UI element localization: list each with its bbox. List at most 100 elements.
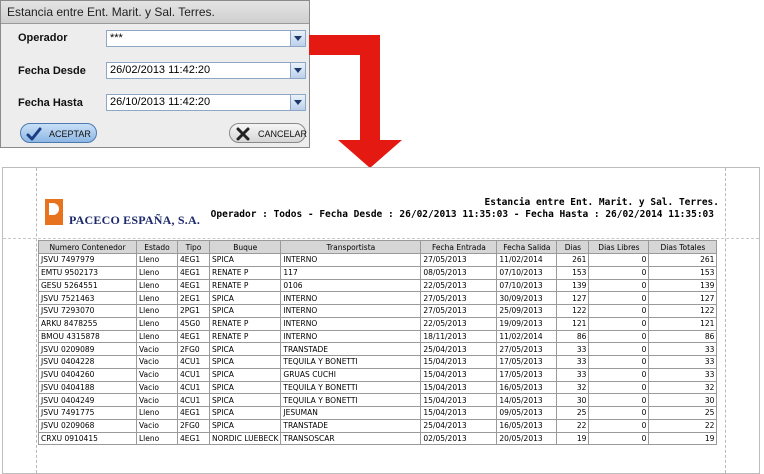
table-cell: 121 xyxy=(648,316,718,331)
table-cell: 15/04/2013 xyxy=(420,380,498,395)
report-table: Numero Contenedor Estado Tipo Buque Tran… xyxy=(38,240,718,446)
table-cell: 22/05/2013 xyxy=(420,278,498,293)
column-header[interactable]: Tipo xyxy=(177,240,210,254)
table-cell: 0 xyxy=(588,304,650,318)
margin-guide xyxy=(36,168,37,473)
table-cell: JSVU 0404249 xyxy=(38,393,137,407)
table-cell: 30 xyxy=(648,393,718,407)
table-cell: GRUAS CUCHI xyxy=(280,367,422,382)
table-cell: Vacio xyxy=(136,355,178,369)
table-row[interactable]: JSVU 7521463 Lleno 2EG1 SPICA INTERNO 27/05/2… xyxy=(38,291,718,305)
margin-guide xyxy=(725,168,726,473)
table-cell: 4CU1 xyxy=(177,393,210,407)
table-cell: INTERNO xyxy=(280,253,422,267)
table-cell: Vacio xyxy=(136,418,178,433)
table-cell: 25/09/2013 xyxy=(496,304,558,318)
table-cell: SPICA xyxy=(208,291,282,305)
table-cell: 86 xyxy=(648,329,718,344)
table-row[interactable]: JSVU 7491775 Lleno 4EG1 SPICA JESUMAN 15/04/2… xyxy=(38,406,718,420)
table-cell: RENATE P xyxy=(208,329,282,344)
table-cell: EMTU 9502173 xyxy=(38,265,137,280)
table-cell: 4CU1 xyxy=(177,355,210,369)
table-row[interactable]: JSVU 0404188 Vacio 4CU1 SPICA TEQUILA Y BONE… xyxy=(38,380,718,395)
table-cell: 4EG1 xyxy=(177,278,210,293)
table-cell: 19/09/2013 xyxy=(496,316,558,331)
table-cell: 261 xyxy=(648,253,718,267)
margin-guide xyxy=(3,238,759,239)
table-row[interactable]: JSVU 0209089 Vacio 2FG0 SPICA TRANSTADE 25/04… xyxy=(38,342,718,356)
table-cell: 18/11/2013 xyxy=(420,329,498,344)
table-cell: CRXU 0910415 xyxy=(38,431,137,446)
table-row[interactable]: JSVU 0404228 Vacio 4CU1 SPICA TEQUILA Y BONE… xyxy=(38,355,718,369)
table-row[interactable]: JSVU 7497979 Lleno 4EG1 SPICA INTERNO 27/05/2… xyxy=(38,253,718,267)
column-header[interactable]: Dias xyxy=(556,240,590,254)
table-cell: Lleno xyxy=(136,253,178,267)
company-logo: PACECO ESPAÑA, S.A. xyxy=(43,196,200,232)
table-cell: 0 xyxy=(588,316,650,331)
report-subtitle: Operador : Todos - Fecha Desde : 26/02/2… xyxy=(210,209,714,220)
table-row[interactable]: JSVU 0404249 Vacio 4CU1 SPICA TEQUILA Y BONE… xyxy=(38,393,718,407)
table-cell: 4EG1 xyxy=(177,406,210,420)
table-cell: 4EG1 xyxy=(177,253,210,267)
table-cell: SPICA xyxy=(208,355,282,369)
table-cell: 15/04/2013 xyxy=(420,367,498,382)
table-cell: 4CU1 xyxy=(177,367,210,382)
table-row[interactable]: BMOU 4315878 Lleno 4EG1 RENATE P INTERNO 18/1… xyxy=(38,329,718,344)
table-row[interactable]: CRXU 0910415 Lleno 4EG1 NORDIC LUEBECK TRANS… xyxy=(38,431,718,446)
table-cell: 4EG1 xyxy=(177,265,210,280)
table-cell: 07/10/2013 xyxy=(496,265,558,280)
table-cell: 16/05/2013 xyxy=(496,418,558,433)
table-cell: 86 xyxy=(556,329,590,344)
table-cell: 4CU1 xyxy=(177,380,210,395)
table-cell: Vacio xyxy=(136,342,178,356)
table-cell: Lleno xyxy=(136,265,178,280)
table-cell: RENATE P xyxy=(208,265,282,280)
column-header[interactable]: Dias Libres xyxy=(588,240,650,254)
table-cell: 0 xyxy=(588,253,650,267)
table-row[interactable]: GESU 5264551 Lleno 4EG1 RENATE P 0106 22/05/2… xyxy=(38,278,718,293)
table-cell: 0 xyxy=(588,406,650,420)
table-cell: 153 xyxy=(556,265,590,280)
table-cell: 122 xyxy=(556,304,590,318)
table-cell: 45G0 xyxy=(177,316,210,331)
table-cell: Lleno xyxy=(136,431,178,446)
table-cell: SPICA xyxy=(208,253,282,267)
column-header[interactable]: Buque xyxy=(208,240,282,254)
table-cell: 09/05/2013 xyxy=(496,406,558,420)
table-cell: INTERNO xyxy=(280,291,422,305)
column-header[interactable]: Fecha Salida xyxy=(496,240,558,254)
column-header[interactable]: Transportista xyxy=(280,240,422,254)
table-cell: 261 xyxy=(556,253,590,267)
column-header[interactable]: Estado xyxy=(136,240,178,254)
table-cell: SPICA xyxy=(208,393,282,407)
table-row[interactable]: JSVU 7293070 Lleno 2PG1 SPICA INTERNO 27/05/2… xyxy=(38,304,718,318)
column-header[interactable]: Numero Contenedor xyxy=(38,240,137,254)
table-row[interactable]: JSVU 0209068 Vacio 2FG0 SPICA TRANSTADE 25/04… xyxy=(38,418,718,433)
table-cell: Vacio xyxy=(136,393,178,407)
table-cell: Lleno xyxy=(136,329,178,344)
table-cell: Lleno xyxy=(136,406,178,420)
table-cell: JSVU 0404260 xyxy=(38,367,137,382)
report-preview: PACECO ESPAÑA, S.A. Estancia entre Ent. … xyxy=(2,167,760,474)
table-cell: ARKU 8478255 xyxy=(38,316,137,331)
table-row[interactable]: ARKU 8478255 Lleno 45G0 RENATE P INTERNO 22/0… xyxy=(38,316,718,331)
table-row[interactable]: JSVU 0404260 Vacio 4CU1 SPICA GRUAS CUCHI 15/… xyxy=(38,367,718,382)
table-cell: 139 xyxy=(648,278,718,293)
table-cell: 15/04/2013 xyxy=(420,355,498,369)
table-cell: 2PG1 xyxy=(177,304,210,318)
table-cell: 19 xyxy=(556,431,590,446)
table-cell: Lleno xyxy=(136,291,178,305)
column-header[interactable]: Dias Totales xyxy=(648,240,718,254)
table-cell: SPICA xyxy=(208,367,282,382)
table-cell: INTERNO xyxy=(280,304,422,318)
table-cell: 25/04/2013 xyxy=(420,418,498,433)
table-cell: GESU 5264551 xyxy=(38,278,137,293)
table-cell: INTERNO xyxy=(280,329,422,344)
table-cell: 22 xyxy=(556,418,590,433)
table-cell: 27/05/2013 xyxy=(420,291,498,305)
column-header[interactable]: Fecha Entrada xyxy=(420,240,498,254)
table-cell: 30/09/2013 xyxy=(496,291,558,305)
table-cell: 0 xyxy=(588,418,650,433)
table-cell: 25 xyxy=(648,406,718,420)
table-row[interactable]: EMTU 9502173 Lleno 4EG1 RENATE P 117 08/05/20… xyxy=(38,265,718,280)
